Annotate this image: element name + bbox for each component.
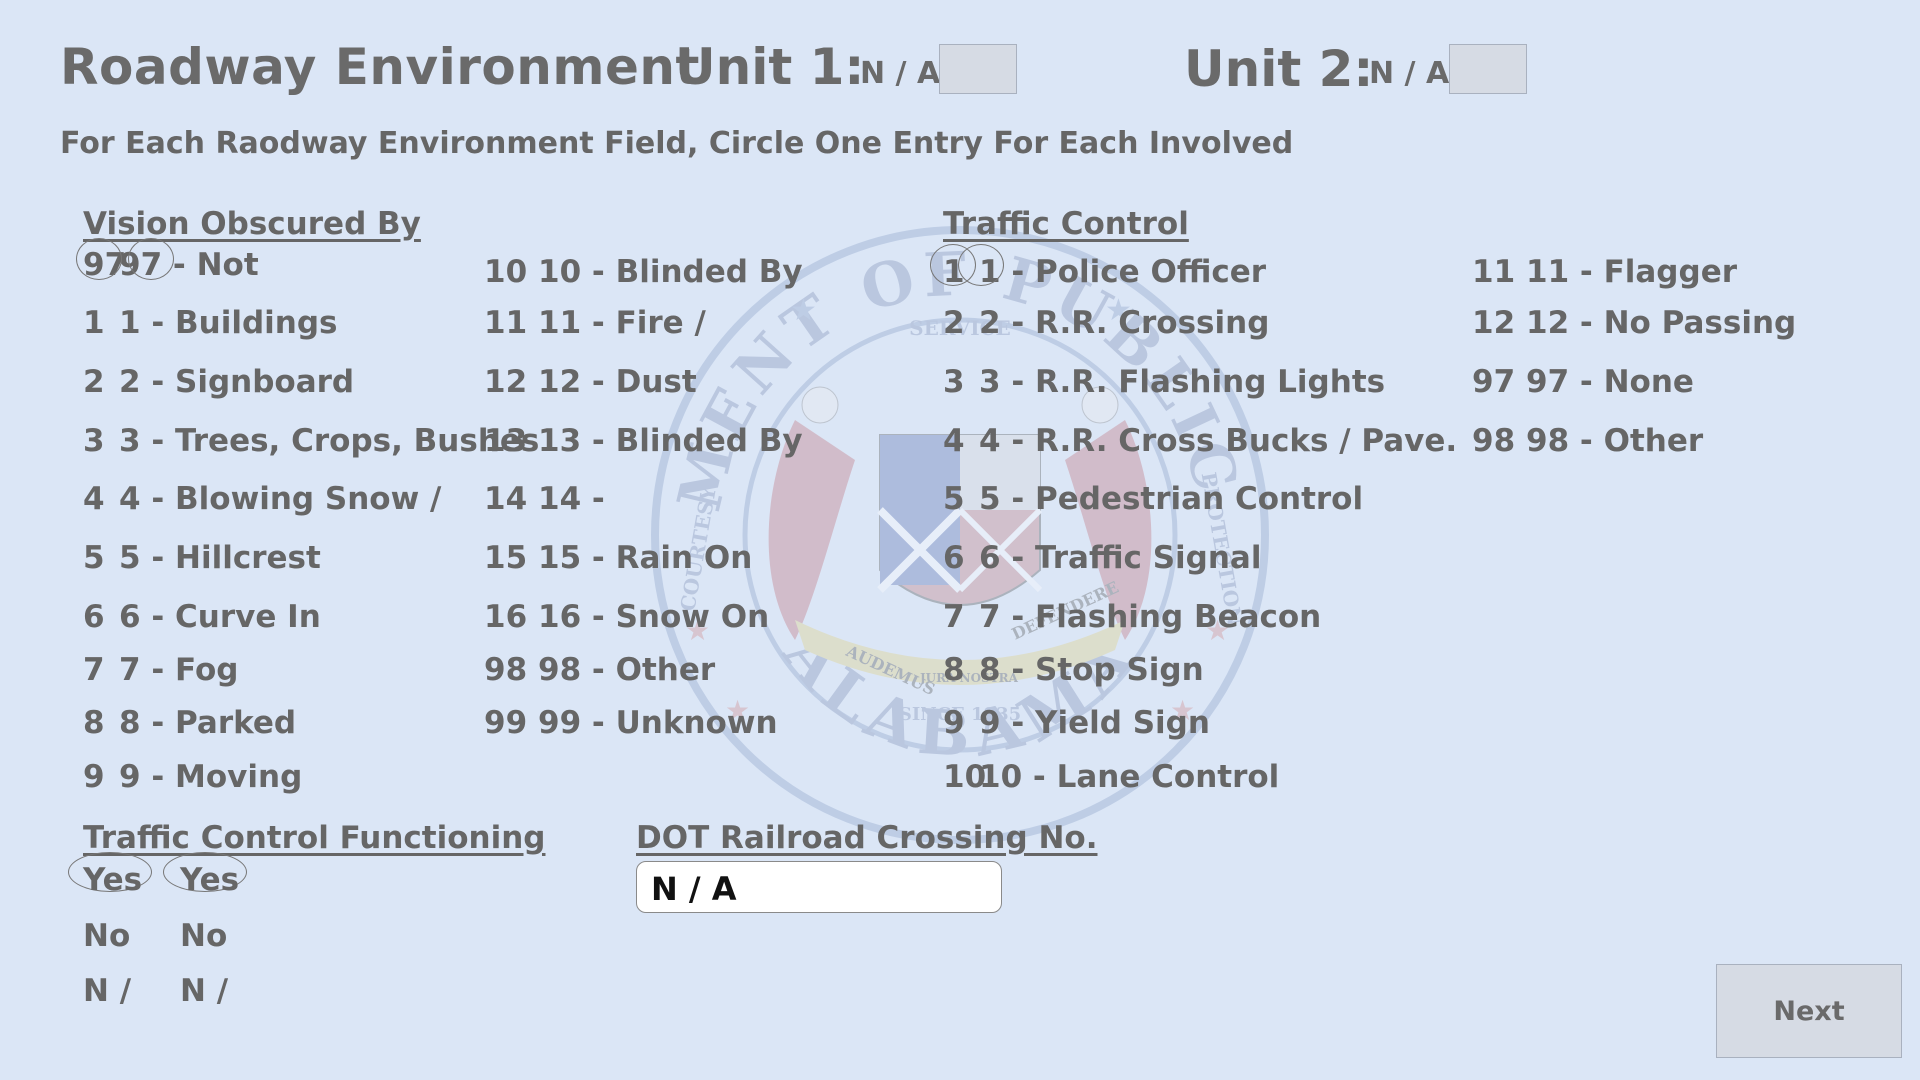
selection-circle: [128, 238, 174, 280]
vision-obscured-code[interactable]: 9: [83, 759, 105, 795]
unit2-value: N / A: [1369, 56, 1450, 91]
vision-obscured-option[interactable]: 15 - Rain On: [538, 540, 752, 576]
traffic-control-functioning-heading: Traffic Control Functioning: [83, 820, 546, 856]
vision-obscured-option[interactable]: 9 - Moving: [119, 759, 302, 795]
vision-obscured-option[interactable]: 6 - Curve In: [119, 599, 321, 635]
vision-obscured-code[interactable]: 7: [83, 652, 105, 688]
instruction-text: For Each Raodway Environment Field, Circ…: [60, 126, 1294, 161]
unit1-label: Unit 1:: [675, 38, 865, 96]
vision-obscured-code[interactable]: 4: [83, 481, 105, 517]
vision-obscured-code[interactable]: 99: [484, 705, 527, 741]
vision-obscured-option[interactable]: 7 - Fog: [119, 652, 238, 688]
vision-obscured-code[interactable]: 10: [484, 254, 527, 290]
vision-obscured-code[interactable]: 15: [484, 540, 527, 576]
vision-obscured-option[interactable]: 12 - Dust: [538, 364, 697, 400]
railroad-crossing-field[interactable]: N / A: [636, 861, 1002, 913]
functioning-unit1-option[interactable]: No: [83, 918, 130, 954]
traffic-control-code[interactable]: 8: [943, 652, 965, 688]
traffic-control-code[interactable]: 12: [1472, 305, 1515, 341]
traffic-control-option[interactable]: 11 - Flagger: [1526, 254, 1737, 290]
vision-obscured-code[interactable]: 1: [83, 305, 105, 341]
railroad-crossing-heading: DOT Railroad Crossing No.: [636, 820, 1098, 856]
unit2-label: Unit 2:: [1184, 40, 1374, 98]
traffic-control-code[interactable]: 3: [943, 364, 965, 400]
traffic-control-code[interactable]: 5: [943, 481, 965, 517]
vision-obscured-option[interactable]: 5 - Hillcrest: [119, 540, 321, 576]
traffic-control-option[interactable]: 12 - No Passing: [1526, 305, 1796, 341]
traffic-control-option[interactable]: 2 - R.R. Crossing: [979, 305, 1269, 341]
vision-obscured-option[interactable]: 1 - Buildings: [119, 305, 338, 341]
vision-obscured-code[interactable]: 12: [484, 364, 527, 400]
vision-obscured-code[interactable]: 2: [83, 364, 105, 400]
traffic-control-option[interactable]: 6 - Traffic Signal: [979, 540, 1261, 576]
traffic-control-option[interactable]: 9 - Yield Sign: [979, 705, 1210, 741]
functioning-unit1-option[interactable]: Yes: [83, 862, 142, 898]
functioning-unit2-option[interactable]: N /: [180, 973, 228, 1009]
star-icon: ★: [790, 293, 817, 328]
selection-circle: [958, 244, 1004, 286]
traffic-control-option[interactable]: 7 - Flashing Beacon: [979, 599, 1321, 635]
unit2-input-box[interactable]: [1449, 44, 1527, 94]
traffic-control-heading: Traffic Control: [943, 206, 1189, 242]
vision-obscured-option[interactable]: 3 - Trees, Crops, Bushes: [119, 423, 539, 459]
functioning-unit1-option[interactable]: N /: [83, 973, 131, 1009]
traffic-control-option[interactable]: 5 - Pedestrian Control: [979, 481, 1363, 517]
vision-obscured-code[interactable]: 98: [484, 652, 527, 688]
page-title: Roadway Environment: [60, 38, 700, 96]
traffic-control-option[interactable]: 98 - Other: [1526, 423, 1703, 459]
vision-obscured-code[interactable]: 6: [83, 599, 105, 635]
traffic-control-option[interactable]: 10 - Lane Control: [979, 759, 1279, 795]
vision-obscured-option[interactable]: 13 - Blinded By: [538, 423, 803, 459]
vision-obscured-option[interactable]: 4 - Blowing Snow /: [119, 481, 441, 517]
traffic-control-option[interactable]: 8 - Stop Sign: [979, 652, 1204, 688]
traffic-control-code[interactable]: 2: [943, 305, 965, 341]
vision-obscured-option[interactable]: 98 - Other: [538, 652, 715, 688]
traffic-control-code[interactable]: 9: [943, 705, 965, 741]
vision-obscured-code[interactable]: 11: [484, 305, 527, 341]
traffic-control-code[interactable]: 11: [1472, 254, 1515, 290]
traffic-control-option[interactable]: 4 - R.R. Cross Bucks / Pave.: [979, 423, 1457, 459]
vision-obscured-option[interactable]: 11 - Fire /: [538, 305, 706, 341]
vision-obscured-option[interactable]: 99 - Unknown: [538, 705, 778, 741]
traffic-control-code[interactable]: 6: [943, 540, 965, 576]
traffic-control-code[interactable]: 98: [1472, 423, 1515, 459]
traffic-control-code[interactable]: 4: [943, 423, 965, 459]
traffic-control-code[interactable]: 7: [943, 599, 965, 635]
vision-obscured-option[interactable]: 16 - Snow On: [538, 599, 769, 635]
vision-obscured-code[interactable]: 14: [484, 481, 527, 517]
functioning-unit2-option[interactable]: Yes: [180, 862, 239, 898]
vision-obscured-code[interactable]: 3: [83, 423, 105, 459]
unit1-input-box[interactable]: [939, 44, 1017, 94]
vision-obscured-code[interactable]: 5: [83, 540, 105, 576]
selection-circle: [76, 238, 122, 280]
traffic-control-code[interactable]: 97: [1472, 364, 1515, 400]
vision-obscured-code[interactable]: 13: [484, 423, 527, 459]
functioning-unit2-option[interactable]: No: [180, 918, 227, 954]
vision-obscured-option[interactable]: 2 - Signboard: [119, 364, 354, 400]
vision-obscured-option[interactable]: 10 - Blinded By: [538, 254, 803, 290]
vision-obscured-code[interactable]: 16: [484, 599, 527, 635]
traffic-control-option[interactable]: 97 - None: [1526, 364, 1694, 400]
vision-obscured-option[interactable]: 14 -: [538, 481, 605, 517]
next-button[interactable]: Next: [1716, 964, 1902, 1058]
vision-obscured-option[interactable]: 8 - Parked: [119, 705, 296, 741]
vision-obscured-heading: Vision Obscured By: [83, 206, 421, 242]
vision-obscured-code[interactable]: 8: [83, 705, 105, 741]
unit1-value: N / A: [860, 56, 941, 91]
traffic-control-option[interactable]: 3 - R.R. Flashing Lights: [979, 364, 1385, 400]
traffic-control-option[interactable]: 1 - Police Officer: [979, 254, 1266, 290]
